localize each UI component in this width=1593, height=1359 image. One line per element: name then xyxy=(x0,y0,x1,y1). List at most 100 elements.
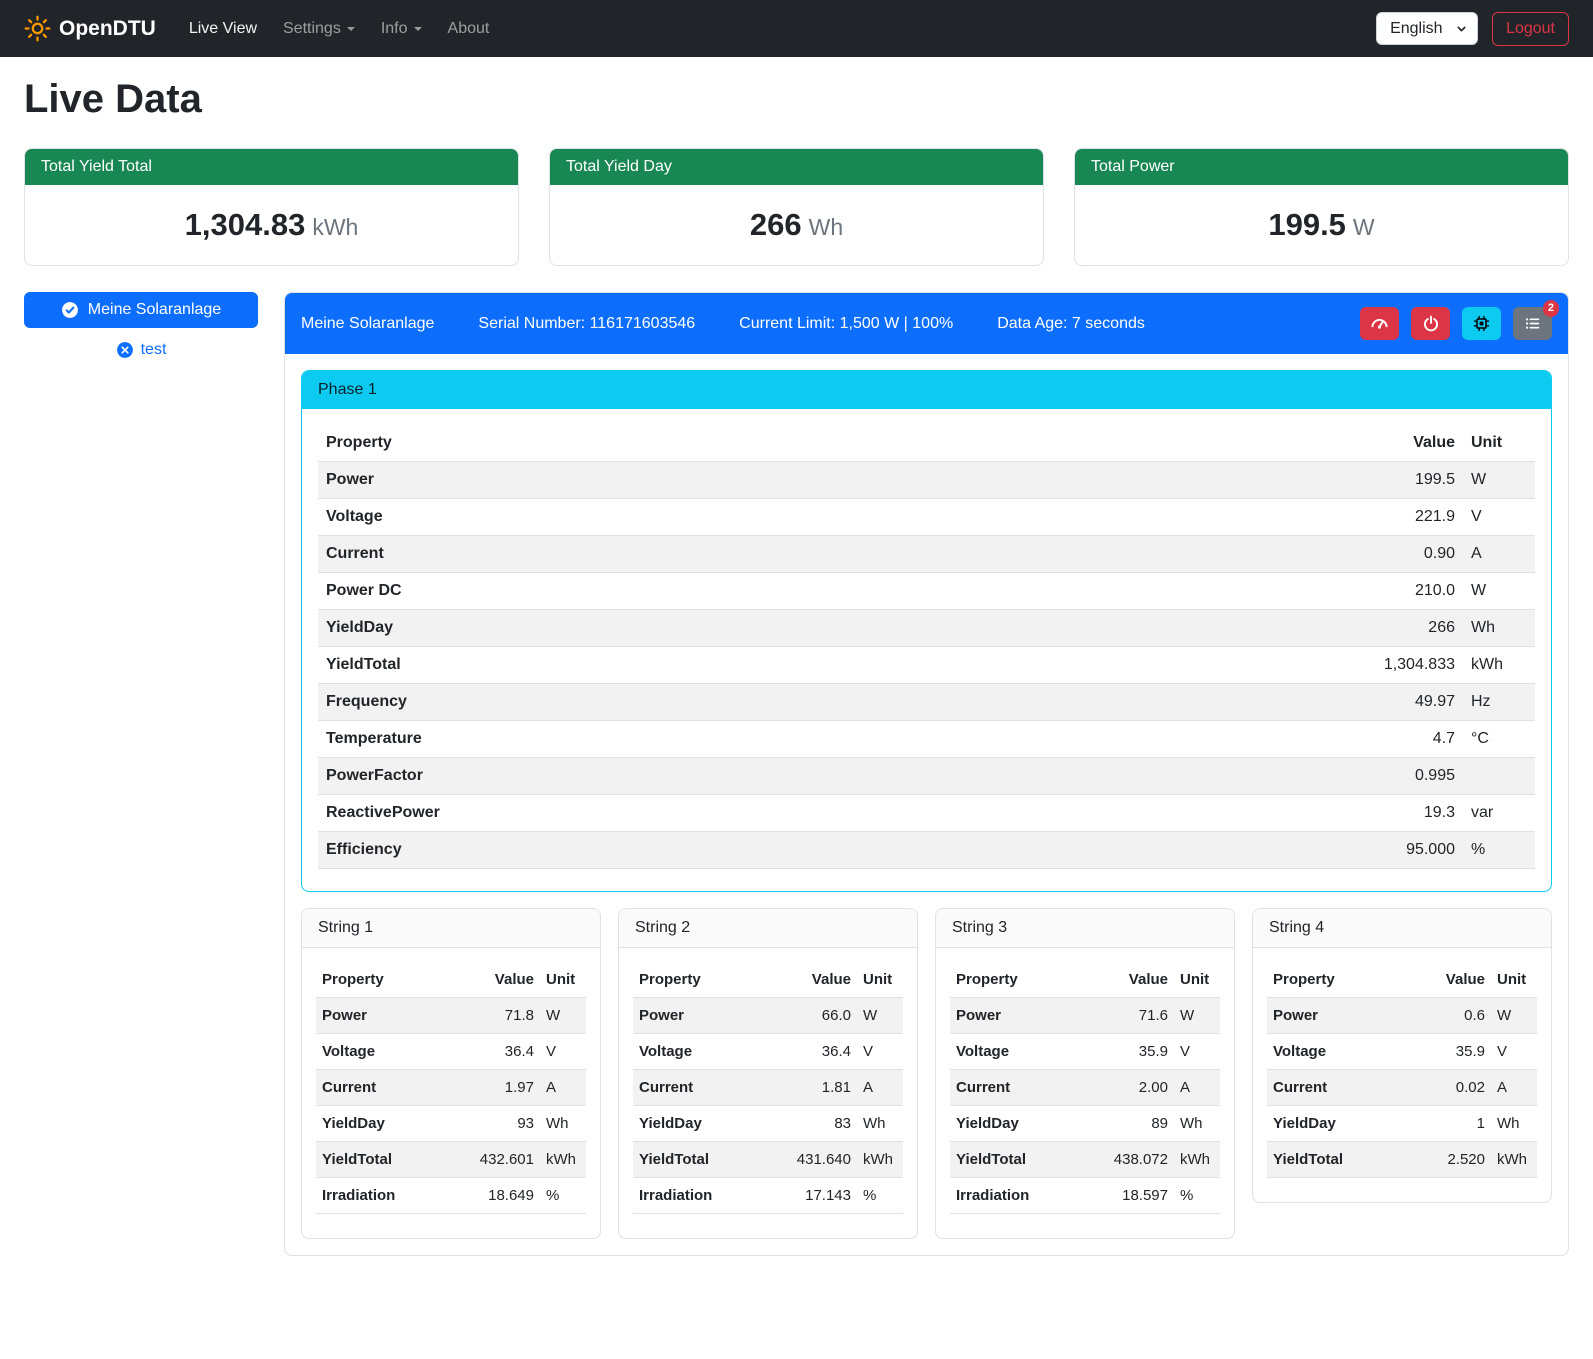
col-unit: Unit xyxy=(857,962,903,998)
table-row: YieldDay 266 Wh xyxy=(318,610,1535,647)
row-property: Efficiency xyxy=(318,832,1333,869)
table-row: Power 0.6 W xyxy=(1267,998,1537,1034)
list-icon xyxy=(1523,314,1542,333)
string-table: Property Value Unit Power 71.6 xyxy=(950,962,1220,1214)
x-circle-icon xyxy=(116,341,134,359)
sidebar-item-label: test xyxy=(141,341,167,359)
row-unit: V xyxy=(857,1034,903,1070)
string-title: String 2 xyxy=(619,909,917,948)
nav-item-info[interactable]: Info xyxy=(368,12,435,46)
row-property: YieldTotal xyxy=(316,1142,468,1178)
check-circle-icon xyxy=(61,301,79,319)
language-select[interactable]: English xyxy=(1376,12,1478,45)
power-icon xyxy=(1422,315,1440,333)
table-row: YieldTotal 438.072 kWh xyxy=(950,1142,1220,1178)
col-property: Property xyxy=(1267,962,1419,998)
nav-item-about[interactable]: About xyxy=(435,12,503,46)
col-value: Value xyxy=(1102,962,1174,998)
row-unit: % xyxy=(857,1178,903,1214)
limit-settings-button[interactable] xyxy=(1360,307,1399,340)
row-property: Irradiation xyxy=(316,1178,468,1214)
row-unit: A xyxy=(1463,536,1535,573)
table-row: Current 1.81 A xyxy=(633,1070,903,1106)
row-value: 36.4 xyxy=(468,1034,540,1070)
row-property: Current xyxy=(633,1070,785,1106)
nav-item-settings[interactable]: Settings xyxy=(270,12,368,46)
inverter-header: Meine Solaranlage Serial Number: 1161716… xyxy=(285,293,1568,354)
row-property: YieldTotal xyxy=(633,1142,785,1178)
row-value: 35.9 xyxy=(1102,1034,1174,1070)
inverter-name: Meine Solaranlage xyxy=(301,315,434,333)
row-property: Frequency xyxy=(318,684,1333,721)
row-property: Current xyxy=(950,1070,1102,1106)
row-property: Power xyxy=(318,462,1333,499)
summary-card: Total Power 199.5W xyxy=(1074,148,1569,266)
summary-card: Total Yield Day 266Wh xyxy=(549,148,1044,266)
row-value: 93 xyxy=(468,1106,540,1142)
row-value: 0.995 xyxy=(1333,758,1463,795)
col-property: Property xyxy=(318,425,1333,462)
power-toggle-button[interactable] xyxy=(1411,307,1450,340)
row-value: 18.649 xyxy=(468,1178,540,1214)
table-row: Voltage 35.9 V xyxy=(1267,1034,1537,1070)
row-value: 431.640 xyxy=(785,1142,857,1178)
row-value: 432.601 xyxy=(468,1142,540,1178)
table-header-row: Property Value Unit xyxy=(316,962,586,998)
row-unit: Wh xyxy=(1174,1106,1220,1142)
row-value: 95.000 xyxy=(1333,832,1463,869)
logout-button[interactable]: Logout xyxy=(1492,12,1569,46)
cpu-chip-icon xyxy=(1472,314,1491,333)
inverter-serial: Serial Number: 116171603546 xyxy=(478,315,695,333)
table-row: Current 2.00 A xyxy=(950,1070,1220,1106)
nav-item-live-view[interactable]: Live View xyxy=(176,12,270,46)
table-header-row: Property Value Unit xyxy=(633,962,903,998)
row-unit: V xyxy=(1174,1034,1220,1070)
main-content: Live Data Total Yield Total 1,304.83kWh … xyxy=(0,77,1593,1286)
content-row: Meine Solaranlage test Meine Solaranlage… xyxy=(24,292,1569,1286)
row-property: Voltage xyxy=(316,1034,468,1070)
row-property: YieldDay xyxy=(633,1106,785,1142)
inverter-info-button[interactable] xyxy=(1462,307,1501,340)
row-value: 199.5 xyxy=(1333,462,1463,499)
string-table: Property Value Unit Power 66.0 xyxy=(633,962,903,1214)
string-table: Property Value Unit Power 0.6 xyxy=(1267,962,1537,1178)
table-row: PowerFactor 0.995 xyxy=(318,758,1535,795)
col-unit: Unit xyxy=(540,962,586,998)
summary-card: Total Yield Total 1,304.83kWh xyxy=(24,148,519,266)
string-title: String 3 xyxy=(936,909,1234,948)
language-select-wrap: English xyxy=(1376,12,1478,45)
row-unit: kWh xyxy=(1174,1142,1220,1178)
row-unit: V xyxy=(540,1034,586,1070)
summary-card-title: Total Power xyxy=(1075,149,1568,185)
row-value: 83 xyxy=(785,1106,857,1142)
eventlog-button[interactable]: 2 xyxy=(1513,307,1552,340)
row-value: 0.02 xyxy=(1419,1070,1491,1106)
inverter-body: Phase 1 Property Value Unit xyxy=(285,354,1568,1255)
row-property: YieldDay xyxy=(316,1106,468,1142)
sidebar-item-meine-solaranlage[interactable]: Meine Solaranlage xyxy=(24,292,258,328)
row-property: YieldDay xyxy=(950,1106,1102,1142)
string-card-3: String 3 Property Value Unit xyxy=(935,908,1235,1239)
row-unit: W xyxy=(1174,998,1220,1034)
col-value: Value xyxy=(1419,962,1491,998)
col-unit: Unit xyxy=(1174,962,1220,998)
sidebar-item-test[interactable]: test xyxy=(110,340,173,360)
row-unit: Wh xyxy=(1463,610,1535,647)
col-unit: Unit xyxy=(1491,962,1537,998)
table-row: YieldDay 1 Wh xyxy=(1267,1106,1537,1142)
string-table: Property Value Unit Power 71.8 xyxy=(316,962,586,1214)
string-card-2: String 2 Property Value Unit xyxy=(618,908,918,1239)
row-unit: kWh xyxy=(540,1142,586,1178)
table-row: YieldDay 89 Wh xyxy=(950,1106,1220,1142)
row-unit: kWh xyxy=(1463,647,1535,684)
row-property: Current xyxy=(318,536,1333,573)
table-header-row: Property Value Unit xyxy=(318,425,1535,462)
table-row: Current 0.02 A xyxy=(1267,1070,1537,1106)
col-value: Value xyxy=(1333,425,1463,462)
chevron-down-icon xyxy=(414,27,422,31)
brand[interactable]: OpenDTU xyxy=(24,15,156,42)
row-unit: V xyxy=(1463,499,1535,536)
row-unit: W xyxy=(857,998,903,1034)
row-value: 19.3 xyxy=(1333,795,1463,832)
row-unit xyxy=(1463,758,1535,795)
